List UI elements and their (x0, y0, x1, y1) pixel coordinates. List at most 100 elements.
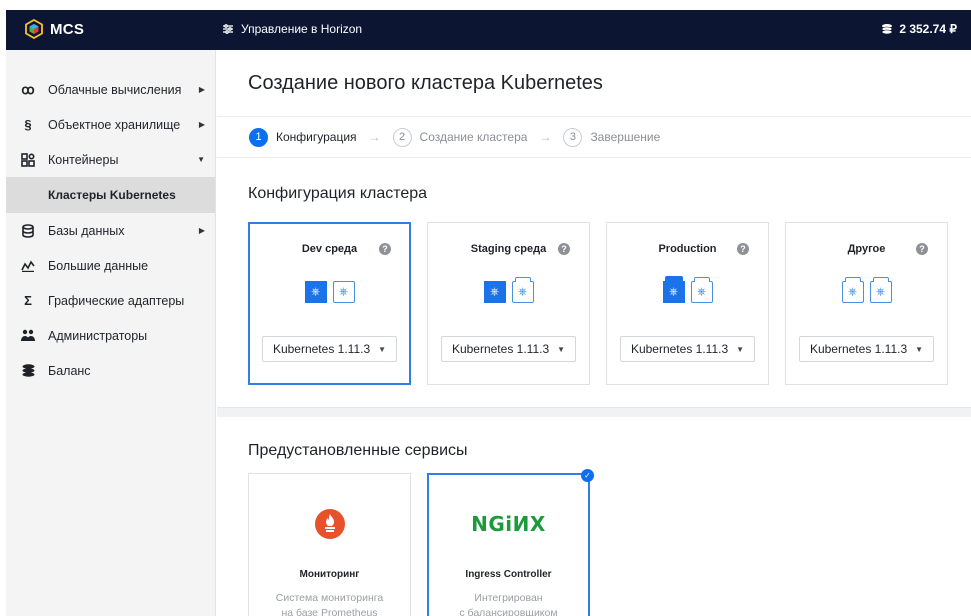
arrow-right-icon: → (368, 130, 381, 144)
horizon-link-label: Управление в Horizon (241, 22, 363, 36)
chevron-right-icon: ▶ (198, 226, 205, 235)
coins-icon (882, 24, 893, 35)
sidebar-item-balance[interactable]: Баланс (6, 353, 215, 388)
sidebar-item-label: Объектное хранилище (48, 117, 181, 132)
sidebar-item-label: Облачные вычисления (48, 82, 182, 97)
service-cards: Мониторинг Система мониторинга на базе P… (248, 469, 594, 616)
version-select-value: Kubernetes 1.11.3 (272, 342, 371, 356)
service-description: Система мониторинга на базе Prometheus (249, 591, 410, 616)
worker-node-stack-icon: ⎈ (690, 277, 713, 303)
sidebar-item-label: Администраторы (48, 328, 148, 343)
sidebar-item-admins[interactable]: Администраторы (6, 318, 215, 353)
version-select-value: Kubernetes 1.11.3 (451, 342, 550, 356)
help-icon[interactable]: ? (558, 243, 570, 255)
page-title: Создание нового кластера Kubernetes (248, 72, 603, 94)
master-node-icon: ⎈ (304, 281, 327, 303)
balance-indicator[interactable]: 2 352.74 ₽ (881, 22, 957, 36)
config-card-other[interactable]: Другое ? ⎈ ⎈ Kubernetes 1.11.3 ▼ (785, 222, 948, 385)
service-description-line: Система мониторинга (275, 592, 384, 604)
cloud-compute-icon: ꝏ (21, 81, 35, 97)
step-completion[interactable]: 3 Завершение (563, 127, 661, 147)
check-icon: ✓ (581, 469, 594, 482)
version-select[interactable]: Kubernetes 1.11.3 ▼ (441, 336, 576, 362)
brand[interactable]: MCS (24, 19, 84, 39)
sidebar-item-label: Большие данные (48, 258, 149, 273)
database-icon (20, 223, 36, 239)
node-diagram: ⎈ ⎈ (786, 277, 947, 303)
config-section-title: Конфигурация кластера (248, 185, 428, 202)
horizon-link[interactable]: Управление в Horizon (222, 22, 362, 36)
horizon-icon (223, 24, 233, 34)
arrow-right-icon: → (539, 130, 552, 144)
service-description-line: с балансировщиком (459, 607, 558, 616)
config-cards: Dev среда ? ⎈ ⎈ Kubernetes 1.11.3 ▼ Stag… (248, 222, 948, 385)
help-icon[interactable]: ? (916, 243, 928, 255)
version-select-value: Kubernetes 1.11.3 (809, 342, 908, 356)
containers-icon (20, 152, 36, 168)
config-card-dev[interactable]: Dev среда ? ⎈ ⎈ Kubernetes 1.11.3 ▼ (248, 222, 411, 385)
step-label: Завершение (590, 130, 661, 144)
chevron-down-icon: ▼ (915, 344, 924, 354)
sidebar-item-databases[interactable]: Базы данных ▶ (6, 213, 215, 248)
chevron-down-icon: ▼ (378, 344, 387, 354)
prometheus-logo-icon (249, 509, 410, 539)
sidebar-item-label: Контейнеры (48, 152, 119, 167)
service-name: Мониторинг (299, 569, 360, 580)
sidebar-item-gpu[interactable]: Σ Графические адаптеры (6, 283, 215, 318)
big-data-icon (20, 258, 36, 274)
balance-value: 2 352.74 ₽ (899, 22, 957, 36)
step-number: 3 (563, 127, 583, 147)
service-description: Интегрирован с балансировщиком (428, 591, 589, 616)
config-card-production[interactable]: Production ? ⎈ ⎈ Kubernetes 1.11.3 ▼ (606, 222, 769, 385)
sidebar-item-label: Базы данных (48, 223, 125, 238)
help-icon[interactable]: ? (379, 243, 391, 255)
step-number: 2 (392, 127, 412, 147)
sigma-icon: Σ (24, 293, 32, 308)
balance-icon (20, 363, 36, 379)
main-content: Создание нового кластера Kubernetes 1 Ко… (217, 50, 971, 616)
sidebar-item-label: Графические адаптеры (48, 293, 185, 308)
version-select[interactable]: Kubernetes 1.11.3 ▼ (620, 336, 755, 362)
master-node-icon: ⎈ (483, 281, 506, 303)
sidebar-item-label: Баланс (48, 363, 91, 378)
service-description-line: Интегрирован (474, 592, 543, 604)
chevron-right-icon: ▶ (198, 120, 205, 129)
sidebar-item-containers[interactable]: Контейнеры ▼ (6, 142, 215, 177)
sidebar-item-cloud-compute[interactable]: ꝏ Облачные вычисления ▶ (6, 72, 215, 107)
mcs-logo-icon (25, 19, 43, 39)
chevron-down-icon: ▼ (736, 344, 745, 354)
chevron-right-icon: ▶ (198, 85, 205, 94)
step-configuration[interactable]: 1 Конфигурация (249, 127, 357, 147)
config-card-staging[interactable]: Staging среда ? ⎈ ⎈ Kubernetes 1.11.3 ▼ (427, 222, 590, 385)
services-section-title: Предустановленные сервисы (248, 442, 468, 459)
service-card-ingress[interactable]: ✓ NGiИX Ingress Controller Интегрирован … (427, 469, 594, 616)
object-storage-icon: § (24, 117, 32, 132)
brand-name: MCS (50, 20, 85, 38)
master-node-stack-icon: ⎈ (662, 276, 685, 303)
step-number: 1 (249, 127, 268, 147)
chevron-down-icon: ▼ (197, 155, 205, 164)
worker-node-stack-icon: ⎈ (841, 277, 864, 303)
sidebar-item-big-data[interactable]: Большие данные (6, 248, 215, 283)
help-icon[interactable]: ? (737, 243, 749, 255)
service-card-monitoring[interactable]: Мониторинг Система мониторинга на базе P… (248, 473, 411, 616)
step-label: Конфигурация (276, 130, 357, 144)
worker-node-stack-icon: ⎈ (869, 277, 892, 303)
sidebar: ꝏ Облачные вычисления ▶ § Объектное хран… (6, 50, 216, 616)
wizard-stepper: 1 Конфигурация → 2 Создание кластера → 3… (217, 116, 971, 158)
chevron-down-icon: ▼ (557, 344, 566, 354)
admins-icon (20, 328, 36, 344)
version-select[interactable]: Kubernetes 1.11.3 ▼ (262, 336, 397, 362)
app-window: MCS Управление в Horizon 2 352.74 ₽ ꝏ Об… (6, 10, 971, 616)
step-label: Создание кластера (419, 130, 528, 144)
nginx-logo-text: NGiИX (471, 512, 546, 536)
top-bar: MCS Управление в Horizon 2 352.74 ₽ (6, 10, 971, 50)
version-select[interactable]: Kubernetes 1.11.3 ▼ (799, 336, 934, 362)
sidebar-item-kubernetes-clusters[interactable]: Кластеры Kubernetes (6, 177, 215, 213)
section-divider (217, 407, 971, 417)
sidebar-item-object-storage[interactable]: § Объектное хранилище ▶ (6, 107, 215, 142)
service-name: Ingress Controller (465, 569, 552, 580)
worker-node-stack-icon: ⎈ (511, 277, 534, 303)
step-cluster-creation[interactable]: 2 Создание кластера (392, 127, 528, 147)
sidebar-item-label: Кластеры Kubernetes (48, 188, 176, 202)
